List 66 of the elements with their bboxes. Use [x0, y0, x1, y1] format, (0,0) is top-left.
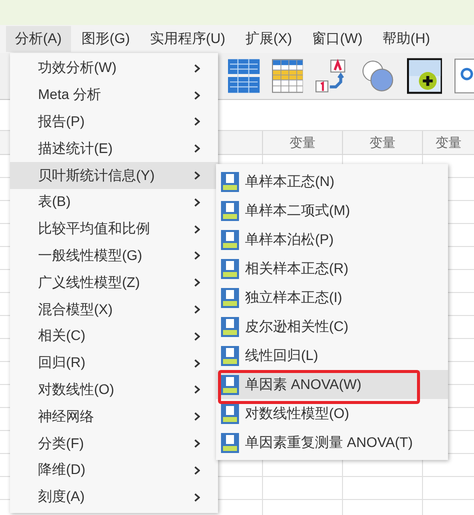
submenu-item[interactable]: 单样本泊松(P) — [216, 225, 448, 254]
search-icon[interactable] — [454, 58, 474, 94]
submenu-item[interactable]: 单因素重复测量 ANOVA(T) — [216, 428, 448, 457]
menu-item[interactable]: 报告(P) — [10, 108, 218, 136]
menu-bar-item[interactable]: 窗口(W) — [303, 26, 372, 52]
menu-item[interactable]: 刻度(A) — [10, 484, 218, 511]
menu-item[interactable]: 分类(F) — [10, 430, 218, 457]
menu-item[interactable]: 降维(D) — [10, 456, 218, 484]
menu-item[interactable]: 一般线性模型(G) — [10, 242, 218, 270]
submenu-item[interactable]: 皮尔逊相关性(C) — [216, 312, 448, 341]
menu-item[interactable]: 描述统计(E) — [10, 135, 218, 162]
menu-bar-item[interactable]: 扩展(X) — [236, 26, 301, 52]
menu-item[interactable]: 神经网络 — [10, 403, 218, 430]
chevron-icon — [194, 412, 200, 422]
bayes-icon — [221, 404, 239, 424]
menu-item[interactable]: 贝叶斯统计信息(Y) — [10, 162, 218, 189]
add-variable-icon[interactable] — [406, 58, 442, 94]
bayes-icon — [221, 172, 239, 192]
bayes-icon — [221, 374, 239, 394]
chevron-icon — [194, 385, 200, 394]
bayes-icon — [221, 346, 239, 366]
bayes-icon — [221, 316, 239, 336]
chevron-icon — [194, 278, 200, 288]
table-icon[interactable] — [272, 59, 304, 93]
venn-icon[interactable] — [360, 59, 395, 93]
chevron-icon — [194, 439, 200, 448]
submenu-item[interactable]: 单样本正态(N) — [216, 167, 448, 196]
chevron-icon — [194, 90, 200, 100]
bayes-icon — [221, 432, 239, 452]
submenu-item[interactable]: 线性回归(L) — [216, 341, 448, 370]
chevron-icon — [194, 198, 200, 207]
submenu-item[interactable]: 单样本二项式(M) — [216, 196, 448, 225]
menu-bar-item[interactable]: 帮助(H) — [374, 26, 439, 52]
chevron-icon — [194, 144, 200, 154]
bayes-icon — [221, 200, 239, 220]
chevron-icon — [194, 117, 200, 126]
menu-item[interactable]: 相关(C) — [10, 322, 218, 350]
chevron-icon — [194, 305, 200, 314]
column-header[interactable]: 变量 — [262, 131, 342, 154]
menu-item[interactable]: 广义线性模型(Z) — [10, 269, 218, 296]
submenu-item[interactable]: 独立样本正态(I) — [216, 283, 448, 312]
chevron-icon — [194, 332, 200, 341]
submenu-item[interactable]: 相关样本正态(R) — [216, 254, 448, 283]
data-grid-icon[interactable] — [228, 59, 260, 93]
menu-item[interactable]: 表(B) — [10, 188, 218, 216]
chevron-icon — [194, 358, 200, 368]
bayes-icon — [221, 288, 239, 308]
chevron-icon — [194, 224, 200, 234]
menu-item[interactable]: 对数线性(O) — [10, 376, 218, 404]
chevron-icon — [194, 466, 200, 475]
bayes-icon — [221, 230, 239, 250]
chevron-icon — [194, 64, 200, 73]
menu-item[interactable]: 混合模型(X) — [10, 296, 218, 323]
bayes-icon — [221, 258, 239, 278]
chevron-icon — [194, 171, 200, 180]
menu-item[interactable]: 比较平均值和比例 — [10, 216, 218, 243]
column-header[interactable]: 变量 — [422, 131, 474, 154]
menu-bar-item[interactable]: 分析(A) — [6, 26, 71, 52]
menu-bar-item[interactable]: 图形(G) — [72, 26, 139, 52]
column-header[interactable]: 变量 — [342, 131, 422, 154]
menu-item[interactable]: 功效分析(W) — [10, 55, 218, 82]
menu-bar-item[interactable]: 实用程序(U) — [140, 26, 234, 52]
chevron-icon — [194, 492, 200, 502]
menu-item[interactable]: Meta 分析 — [10, 82, 218, 109]
menu-item[interactable]: 回归(R) — [10, 350, 218, 377]
chevron-icon — [194, 251, 200, 260]
